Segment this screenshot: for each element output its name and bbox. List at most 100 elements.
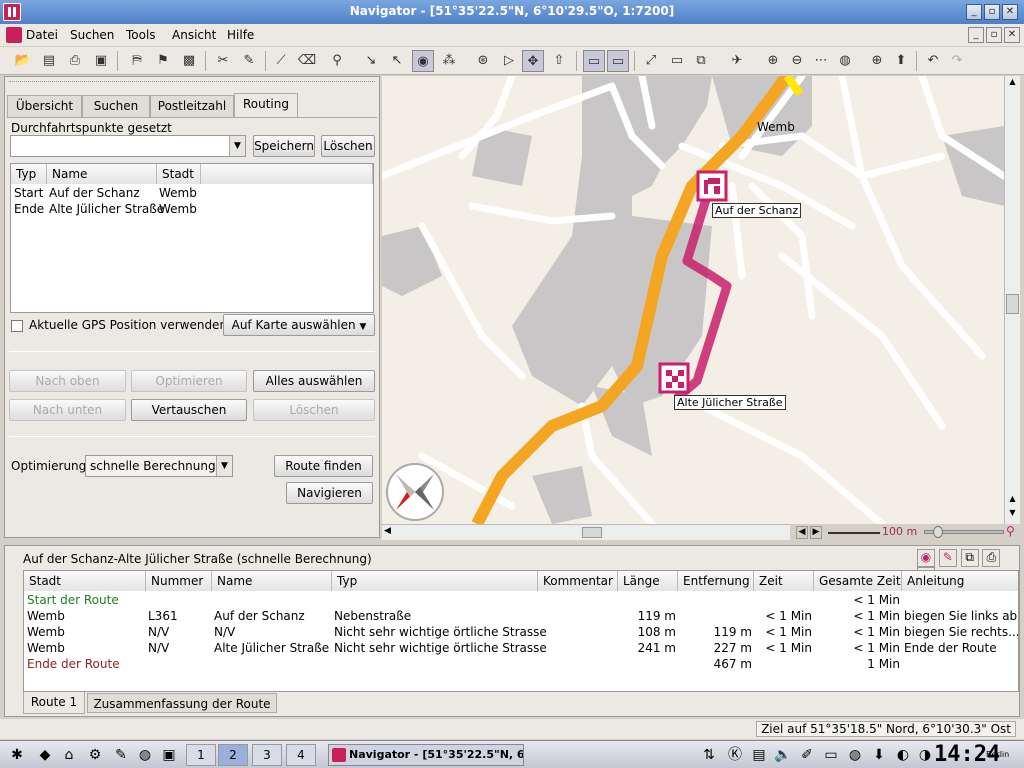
row-stadt[interactable]: Wemb — [27, 625, 65, 639]
col-laenge[interactable]: Länge — [618, 571, 678, 591]
row-nummer[interactable]: N/V — [148, 641, 169, 655]
select-all-button[interactable]: Alles auswählen — [253, 370, 375, 392]
row-entfernung[interactable]: 119 m — [678, 625, 752, 639]
col-stadt[interactable]: Stadt — [24, 571, 146, 591]
row-name[interactable]: N/V — [214, 625, 235, 639]
col-entfernung[interactable]: Entfernung — [678, 571, 754, 591]
maximize-icon[interactable]: ▫ — [984, 4, 1000, 20]
col-name[interactable]: Name — [212, 571, 332, 591]
end-marker[interactable] — [658, 362, 690, 394]
window-a-icon[interactable]: ▭ — [666, 50, 688, 72]
window-b-icon[interactable]: ⧉ — [690, 50, 712, 72]
tab-uebersicht[interactable]: Übersicht — [7, 95, 82, 117]
move-up-button[interactable]: Nach oben — [9, 370, 126, 392]
row-name[interactable]: Auf der Schanz — [214, 609, 305, 623]
tab-routing[interactable]: Routing — [234, 93, 298, 117]
browser-icon[interactable]: ◍ — [136, 746, 154, 764]
compass-tool-icon[interactable]: ✈ — [726, 50, 748, 72]
start-flag-icon[interactable]: ⛿ — [126, 50, 148, 72]
tab-route-summary[interactable]: Zusammenfassung der Route — [87, 693, 277, 713]
clear-icon[interactable]: ⌫ — [296, 50, 318, 72]
row-stadt[interactable]: Ende der Route — [27, 657, 120, 671]
row-nummer[interactable]: L361 — [148, 609, 178, 623]
terminal-icon[interactable]: ▣ — [160, 746, 178, 764]
table-row-name[interactable]: Auf der Schanz — [49, 186, 140, 200]
scroll-down-icon[interactable]: ▲ — [1006, 494, 1019, 508]
row-gesamt[interactable]: < 1 Min — [814, 609, 900, 623]
measure-icon[interactable]: ⟋ — [270, 50, 292, 72]
volume-icon[interactable]: 🔈 — [774, 746, 792, 764]
col-typ[interactable]: Typ — [11, 164, 47, 184]
menu-datei[interactable]: Datei — [26, 28, 58, 42]
open-icon[interactable]: 📂 — [12, 50, 34, 72]
row-gesamt[interactable]: 1 Min — [814, 657, 900, 671]
row-laenge[interactable]: 119 m — [618, 609, 676, 623]
scroll-down-icon[interactable]: ▼ — [1006, 508, 1019, 522]
pencil-icon[interactable]: ✐ — [798, 746, 816, 764]
map-horizontal-scrollbar[interactable]: ◀ — [382, 524, 790, 540]
map-view[interactable]: Wemb Auf der Schanz Alte Jülicher Straße — [382, 76, 1004, 524]
tab-route-1[interactable]: Route 1 — [23, 692, 85, 714]
map-canvas[interactable] — [382, 76, 1004, 524]
marker-icon[interactable]: ↘ — [360, 50, 382, 72]
globe-icon[interactable]: ◍ — [846, 746, 864, 764]
scroll-thumb[interactable] — [1006, 294, 1019, 314]
table-row-name[interactable]: Alte Jülicher Straße — [49, 202, 164, 216]
doc-restore-icon[interactable]: ▫ — [986, 27, 1002, 43]
undo-icon[interactable]: ↶ — [922, 50, 944, 72]
move-down-button[interactable]: Nach unten — [9, 399, 126, 421]
col-name[interactable]: Name — [47, 164, 157, 184]
doc-close-icon[interactable]: ✕ — [1004, 27, 1020, 43]
network-icon[interactable]: ⇅ — [700, 746, 718, 764]
scroll-thumb[interactable] — [582, 527, 602, 538]
row-typ[interactable]: Nicht sehr wichtige örtliche Strasse — [334, 625, 547, 639]
optimize-button[interactable]: Optimieren — [131, 370, 247, 392]
desktop-2[interactable]: 2 — [218, 744, 248, 766]
klipper-icon[interactable]: ▤ — [750, 746, 768, 764]
tux-icon[interactable]: ◆ — [36, 746, 54, 764]
chevron-down-icon[interactable]: ▼ — [216, 456, 232, 476]
col-typ[interactable]: Typ — [332, 571, 538, 591]
play-icon[interactable]: ▷ — [498, 50, 520, 72]
desktop-3[interactable]: 3 — [252, 744, 282, 766]
settings-icon[interactable]: ⚙ — [86, 746, 104, 764]
move-icon[interactable]: ✥ — [522, 50, 544, 72]
start-marker[interactable] — [696, 170, 728, 202]
tab-postleitzahl[interactable]: Postleitzahl — [150, 95, 234, 117]
new-icon[interactable]: ▤ — [38, 50, 60, 72]
row-anleitung[interactable]: Ende der Route — [904, 641, 997, 655]
waypoints-combo[interactable]: ▼ — [10, 135, 246, 157]
tab-suchen[interactable]: Suchen — [82, 95, 150, 117]
map-vertical-scrollbar[interactable]: ▲ ▲ ▼ — [1004, 76, 1020, 524]
col-kommentar[interactable]: Kommentar — [538, 571, 618, 591]
pins-icon[interactable]: ⁂ — [438, 50, 460, 72]
menu-tools[interactable]: Tools — [126, 28, 156, 42]
row-nummer[interactable]: N/V — [148, 625, 169, 639]
row-laenge[interactable]: 108 m — [618, 625, 676, 639]
pin-icon[interactable]: ⚲ — [326, 50, 348, 72]
scroll-up-icon[interactable]: ▲ — [1006, 77, 1019, 91]
row-gesamt[interactable]: < 1 Min — [814, 625, 900, 639]
optimization-select[interactable]: schnelle Berechnung ▼ — [85, 455, 233, 477]
row-typ[interactable]: Nebenstraße — [334, 609, 411, 623]
power-icon[interactable]: ◐ — [894, 746, 912, 764]
display-icon[interactable]: ▭ — [822, 746, 840, 764]
pointer-icon[interactable]: ↖ — [386, 50, 408, 72]
desktop-4[interactable]: 4 — [286, 744, 316, 766]
menu-hilfe[interactable]: Hilfe — [227, 28, 254, 42]
task-navigator[interactable]: Navigator - [51°35'22.5"N, 6°10'2 — [328, 744, 524, 766]
row-entfernung[interactable]: 227 m — [678, 641, 752, 655]
table-row-typ[interactable]: Start — [14, 186, 43, 200]
col-nummer[interactable]: Nummer — [146, 571, 212, 591]
navigate-button[interactable]: Navigieren — [286, 482, 373, 504]
table-row-typ[interactable]: Ende — [14, 202, 44, 216]
row-gesamt[interactable]: < 1 Min — [814, 641, 900, 655]
navigate-icon[interactable]: ⬆ — [890, 50, 912, 72]
checkered-flag-icon[interactable]: ▩ — [178, 50, 200, 72]
save-icon[interactable]: ▣ — [90, 50, 112, 72]
menu-ansicht[interactable]: Ansicht — [172, 28, 216, 42]
table-row-stadt[interactable]: Wemb — [159, 186, 197, 200]
close-icon[interactable]: ✕ — [1002, 4, 1018, 20]
col-zeit[interactable]: Zeit — [754, 571, 814, 591]
map-select-button[interactable]: Auf Karte auswählen ▼ — [223, 314, 375, 336]
